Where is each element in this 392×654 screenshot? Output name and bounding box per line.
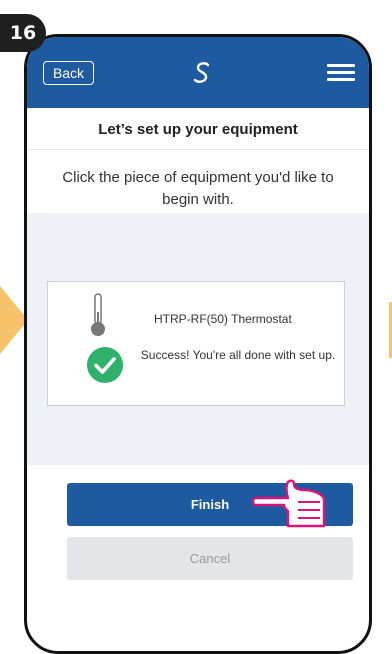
step-number-badge: 16: [0, 14, 46, 52]
salus-logo-icon: [193, 62, 210, 83]
app-header: Back: [27, 37, 369, 108]
pointing-hand-icon: [251, 479, 326, 528]
device-card-thermostat[interactable]: HTRP-RF(50) Thermostat Success! You're a…: [47, 281, 345, 406]
cancel-button[interactable]: Cancel: [67, 537, 353, 580]
check-circle-icon: [87, 347, 123, 383]
back-button[interactable]: Back: [43, 61, 94, 85]
page-title: Let’s set up your equipment: [98, 121, 298, 138]
equipment-panel: HTRP-RF(50) Thermostat Success! You're a…: [27, 213, 369, 465]
phone-frame: Back Let’s set up your equipment Click t…: [24, 34, 372, 654]
thermometer-icon: [91, 293, 105, 336]
hamburger-menu-icon[interactable]: [327, 64, 355, 82]
instructions-text: Click the piece of equipment you'd like …: [62, 169, 334, 208]
device-name: HTRP-RF(50) Thermostat: [154, 312, 292, 326]
setup-success-message: Success! You're all done with set up.: [140, 348, 336, 362]
divider: [27, 149, 369, 150]
